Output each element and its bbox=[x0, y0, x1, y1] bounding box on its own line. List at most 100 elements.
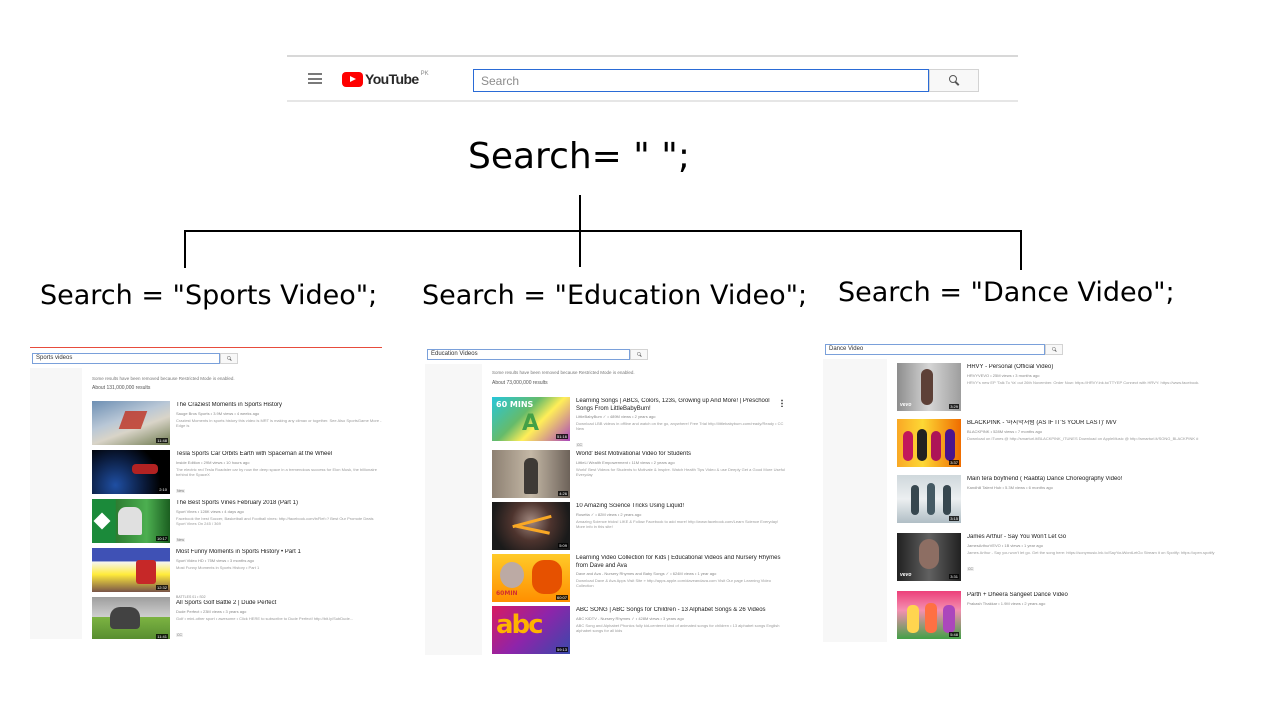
video-thumbnail[interactable]: 11:41 bbox=[92, 597, 170, 639]
result-item[interactable]: 10:17 The Best Sports Vines February 201… bbox=[92, 499, 382, 543]
video-title[interactable]: BLACKPINK - '마지막처럼 (AS IF IT'S YOUR LAST… bbox=[967, 420, 1217, 428]
video-title[interactable]: The Craziest Moments in Sports History bbox=[176, 402, 382, 410]
video-duration: 11:48 bbox=[156, 438, 168, 443]
menu-icon[interactable] bbox=[308, 73, 322, 84]
video-meta: Rosetta ✓ • 82M views • 2 years ago bbox=[576, 511, 642, 517]
video-title[interactable]: ABC SONG | ABC Songs for Children - 13 A… bbox=[576, 607, 787, 615]
video-thumbnail[interactable]: 11:48 bbox=[92, 401, 170, 445]
video-meta: ABC KiDTV - Nursery Rhymes ✓ • 428M view… bbox=[576, 615, 684, 621]
video-duration: 5:09 bbox=[558, 543, 568, 548]
video-thumbnail[interactable]: 2:10 bbox=[92, 450, 170, 494]
video-description: World' Best Videos for Students to Motiv… bbox=[576, 466, 785, 477]
video-meta: HRVYVEVO • 25M views • 3 months ago bbox=[967, 372, 1040, 378]
video-meta: Prakash Thakkar • 1.9M views • 2 years a… bbox=[967, 600, 1046, 606]
video-title[interactable]: All Sports Golf Battle 2 | Dude Perfect bbox=[176, 600, 382, 608]
search-button[interactable] bbox=[929, 69, 979, 92]
video-thumbnail[interactable]: 4:26 bbox=[492, 450, 570, 498]
youtube-play-icon bbox=[342, 71, 363, 87]
video-thumbnail[interactable]: vevo 3:29 bbox=[897, 363, 961, 411]
result-item[interactable]: 11:48 The Craziest Moments in Sports His… bbox=[92, 401, 382, 445]
result-item[interactable]: 3:15 Main tera boyfriend ( Raabta) Dance… bbox=[897, 475, 1217, 523]
restricted-mode-notice: Some results have been removed because R… bbox=[492, 370, 635, 375]
branch-label-sports: Search = "Sports Video"; bbox=[40, 280, 378, 311]
education-search-input[interactable]: Education Videos bbox=[427, 349, 630, 360]
vevo-logo: vevo bbox=[900, 402, 912, 408]
result-item[interactable]: 11:41 BATTLES 01 • S02 All Sports Golf B… bbox=[92, 595, 382, 639]
video-meta: BLACKPINK • 528M views • 7 months ago bbox=[967, 428, 1043, 434]
video-meta: Inside Edition • 29M views • 10 hours ag… bbox=[176, 459, 250, 465]
video-duration: 2:10 bbox=[158, 487, 168, 492]
video-thumbnail[interactable]: 60 MINS A 51:16 bbox=[492, 397, 570, 441]
video-description: Craziest Moments in sports history this … bbox=[176, 417, 382, 428]
video-thumbnail[interactable]: 5:09 bbox=[492, 502, 570, 550]
sports-search-input[interactable]: Sports videos bbox=[32, 353, 220, 364]
education-results-panel: Education Videos Some results have been … bbox=[425, 344, 793, 655]
result-item[interactable]: 12:32 Most Funny Moments in Sports Histo… bbox=[92, 548, 382, 592]
cc-badge: CC bbox=[176, 632, 184, 637]
logo-region: PK bbox=[420, 71, 429, 77]
video-description: Golf • mini-other sport • awesome • Clic… bbox=[176, 615, 354, 621]
video-title[interactable]: James Arthur - Say You Won't Let Go bbox=[967, 534, 1217, 542]
video-meta: LittleLi Wealth Empowerment • 11M views … bbox=[576, 459, 675, 465]
video-meta: Sauge Bros Sports • 3.9M views • 4 weeks… bbox=[176, 410, 260, 416]
video-description: Download on iTunes @ http://smarturl.it/… bbox=[967, 435, 1199, 441]
video-description: Download LBB videos in offline and watch… bbox=[576, 421, 784, 431]
video-thumbnail[interactable]: 3:15 bbox=[897, 475, 961, 523]
result-item[interactable]: vevo 3:29 HRVY - Personal (Official Vide… bbox=[897, 363, 1217, 411]
result-item[interactable]: 4:26 World' Best Motivational Video for … bbox=[492, 450, 787, 498]
tree-horizontal-line bbox=[184, 230, 1022, 232]
video-thumbnail[interactable]: 3:37 bbox=[897, 419, 961, 467]
video-description: HRVY's new EP 'Talk To Ya' out 26th Nove… bbox=[967, 379, 1200, 385]
youtube-logo[interactable]: YouTube PK bbox=[342, 70, 429, 88]
result-item[interactable]: vevo 3:31 James Arthur - Say You Won't L… bbox=[897, 533, 1217, 581]
video-thumbnail[interactable]: abc 59:13 bbox=[492, 606, 570, 654]
sports-search-button[interactable] bbox=[220, 353, 238, 364]
restricted-mode-notice: Some results have been removed because R… bbox=[92, 376, 235, 381]
root-search-label: Search= " "; bbox=[468, 136, 690, 177]
result-item[interactable]: 60MIN 60:07 Learning Video Collection fo… bbox=[492, 554, 787, 602]
result-item[interactable]: abc 59:13 ABC SONG | ABC Songs for Child… bbox=[492, 606, 787, 654]
video-thumbnail[interactable]: 10:17 bbox=[92, 499, 170, 543]
dance-results-panel: Dance Video vevo 3:29 HRVY - Personal (O… bbox=[823, 339, 1222, 642]
branch-label-education: Search = "Education Video"; bbox=[422, 280, 808, 311]
video-meta: Sport Vines • 128K views • 4 days ago bbox=[176, 508, 244, 514]
result-item[interactable]: 5:48 Parth + Dheera Sangeet Dance Video … bbox=[897, 591, 1217, 639]
dance-search-button[interactable] bbox=[1045, 344, 1063, 355]
education-search-button[interactable] bbox=[630, 349, 648, 360]
video-duration: 51:16 bbox=[555, 434, 568, 439]
search-input[interactable] bbox=[473, 69, 929, 92]
video-duration: 4:26 bbox=[558, 491, 568, 496]
video-duration: 3:15 bbox=[949, 516, 959, 521]
video-meta: Dave and Ava - Nursery Rhymes and Baby S… bbox=[576, 571, 717, 576]
result-item[interactable]: 5:09 10 Amazing Science Tricks Using Liq… bbox=[492, 502, 787, 550]
video-title[interactable]: Learning Songs | ABCs, Colors, 123s, Gro… bbox=[576, 398, 787, 413]
result-item[interactable]: 3:37 BLACKPINK - '마지막처럼 (AS IF IT'S YOUR… bbox=[897, 419, 1217, 467]
tree-branch-line-left bbox=[184, 230, 186, 268]
search-icon bbox=[636, 352, 642, 357]
results-count: About 73,000,000 results bbox=[492, 380, 548, 386]
video-description: Download Dave & Ava Apps Visit Site » ht… bbox=[576, 578, 771, 588]
video-title[interactable]: World' Best Motivational Video for Stude… bbox=[576, 451, 787, 459]
video-title[interactable]: Parth + Dheera Sangeet Dance Video bbox=[967, 592, 1217, 600]
result-item[interactable]: 60 MINS A 51:16 Learning Songs | ABCs, C… bbox=[492, 397, 787, 447]
more-options-icon[interactable] bbox=[781, 399, 783, 407]
video-description: James Arthur - Say you won't let go. Get… bbox=[967, 549, 1215, 555]
video-title[interactable]: Tesla Sports Car Orbits Earth with Space… bbox=[176, 451, 382, 459]
video-title[interactable]: The Best Sports Vines February 2018 (Par… bbox=[176, 500, 382, 508]
video-title[interactable]: Learning Video Collection for Kids | Edu… bbox=[576, 555, 787, 570]
dance-search-input[interactable]: Dance Video bbox=[825, 344, 1045, 355]
video-thumbnail[interactable]: 12:32 bbox=[92, 548, 170, 592]
video-meta: Kandhili Talent Hub • 5.3M views • 6 mon… bbox=[967, 484, 1053, 490]
video-title[interactable]: 10 Amazing Science Tricks Using Liquid! bbox=[576, 503, 787, 511]
video-duration: 60:07 bbox=[555, 595, 568, 600]
video-thumbnail[interactable]: 60MIN 60:07 bbox=[492, 554, 570, 602]
search-icon bbox=[948, 75, 960, 86]
video-thumbnail[interactable]: vevo 3:31 bbox=[897, 533, 961, 581]
cc-badge: CC bbox=[967, 566, 975, 571]
video-title[interactable]: Most Funny Moments in Sports History • P… bbox=[176, 549, 382, 557]
video-title[interactable]: Main tera boyfriend ( Raabta) Dance Chor… bbox=[967, 476, 1217, 484]
result-item[interactable]: 2:10 Tesla Sports Car Orbits Earth with … bbox=[92, 450, 382, 494]
video-duration: 12:32 bbox=[155, 585, 168, 590]
video-thumbnail[interactable]: 5:48 bbox=[897, 591, 961, 639]
video-title[interactable]: HRVY - Personal (Official Video) bbox=[967, 364, 1217, 372]
